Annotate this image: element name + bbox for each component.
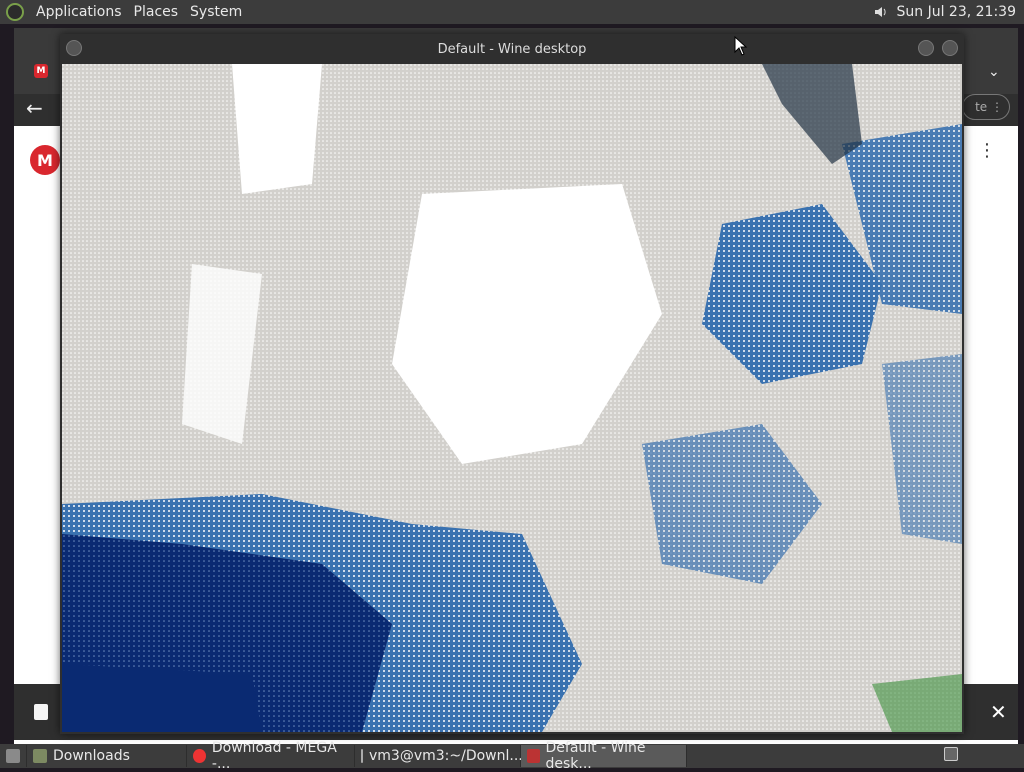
window-menu-button[interactable]	[66, 40, 82, 56]
wine-desktop-window: Default - Wine desktop	[60, 34, 964, 734]
arrow-left-icon[interactable]: ←	[26, 96, 43, 120]
workspace-icon	[944, 747, 958, 761]
task-label: Default - Wine desk...	[545, 740, 646, 772]
mouse-cursor-icon	[734, 36, 748, 56]
task-terminal[interactable]: vm3@vm3:~/Downl...	[355, 745, 523, 767]
task-mega[interactable]: Download - MEGA -...	[187, 740, 355, 772]
download-file-icon[interactable]	[34, 704, 48, 720]
mega-tab-favicon[interactable]: M	[34, 64, 48, 78]
show-desktop-button[interactable]	[0, 745, 27, 767]
task-label: Downloads	[53, 748, 130, 764]
menu-system[interactable]: System	[184, 4, 248, 20]
update-button[interactable]: te ⋮	[962, 94, 1010, 120]
chevron-down-icon[interactable]: ⌄	[988, 64, 1000, 80]
mega-logo: M	[30, 145, 60, 175]
task-label: vm3@vm3:~/Downl...	[369, 748, 523, 764]
taskbar: Downloads Download - MEGA -... vm3@vm3:~…	[0, 740, 1024, 772]
wine-canvas[interactable]	[62, 64, 962, 732]
close-icon[interactable]: ✕	[990, 700, 1007, 724]
distro-logo-icon[interactable]	[6, 3, 24, 21]
volume-icon[interactable]	[873, 4, 889, 20]
top-panel: Applications Places System Sun Jul 23, 2…	[0, 0, 1024, 24]
folder-icon	[33, 749, 47, 763]
task-downloads[interactable]: Downloads	[27, 745, 187, 767]
workspace-switcher[interactable]	[944, 747, 958, 765]
window-titlebar[interactable]: Default - Wine desktop	[60, 34, 964, 64]
clock[interactable]: Sun Jul 23, 21:39	[897, 4, 1017, 20]
window-title: Default - Wine desktop	[437, 41, 587, 57]
task-wine[interactable]: Default - Wine desk...	[521, 740, 687, 772]
wine-icon	[527, 749, 540, 763]
update-label: te	[975, 100, 988, 114]
menu-places[interactable]: Places	[128, 4, 185, 20]
task-label: Download - MEGA -...	[211, 740, 337, 772]
minimize-button[interactable]	[918, 40, 934, 56]
more-vertical-icon[interactable]: ⋮	[978, 142, 996, 160]
chrome-icon	[193, 749, 206, 763]
maximize-button[interactable]	[942, 40, 958, 56]
desktop-icon	[6, 749, 20, 763]
menu-applications[interactable]: Applications	[30, 4, 128, 20]
map-image	[62, 64, 962, 732]
terminal-icon	[361, 749, 363, 763]
